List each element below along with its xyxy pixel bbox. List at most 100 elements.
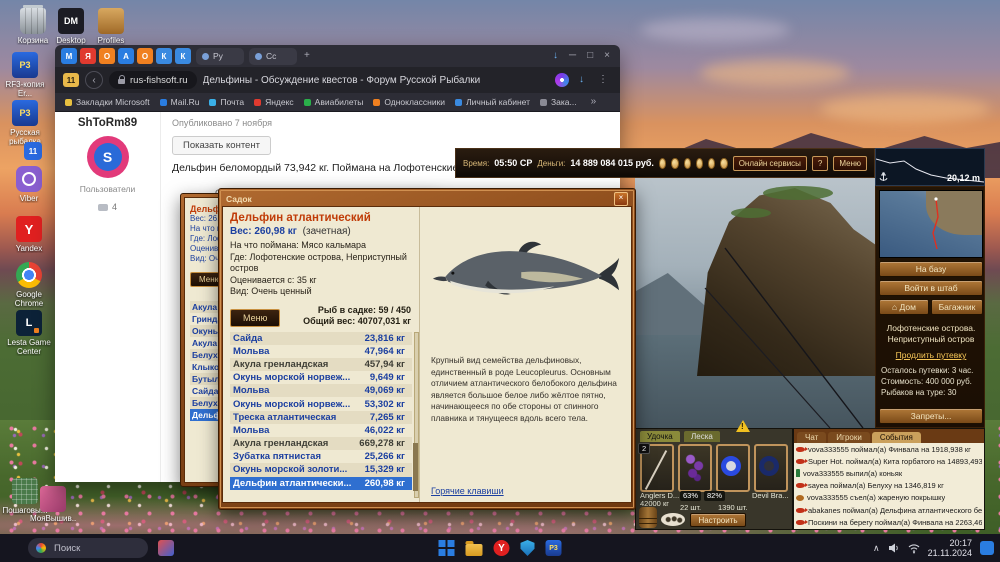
back-button[interactable]: ‹ [85,71,103,89]
pinned-tab[interactable]: К [175,48,191,64]
desktop-icon-stitch[interactable]: МояВышив... [30,486,76,523]
coin-icon[interactable] [720,157,728,169]
tab-counter-badge[interactable]: 11 [63,73,79,87]
bookmark-item[interactable]: Авиабилеты [303,97,363,107]
extend-ticket-link[interactable]: Продлить путевку [876,350,986,360]
desktop-icon-chrome[interactable]: Google Chrome [6,262,52,308]
search-input[interactable] [52,541,136,555]
bookmark-item[interactable]: Одноклассники [373,97,445,107]
hotkeys-link[interactable]: Горячие клавиши [431,486,629,496]
bookmark-item[interactable]: Mail.Ru [159,97,199,107]
pinned-tab[interactable]: М [61,48,77,64]
desktop-icon-profiles[interactable]: Profiles [88,8,134,45]
scrollbar-thumb[interactable] [413,443,418,491]
minimize-button[interactable]: ─ [565,46,580,66]
fish-list-row[interactable]: Мольва 47,964 кг [230,345,412,358]
fish-list-row[interactable]: Окунь морской норвеж... 9,649 кг [230,371,412,384]
wifi-icon[interactable] [908,542,920,554]
tab-rod[interactable]: Удочка [640,431,680,442]
notifications-badge[interactable] [980,541,994,555]
coin-icon[interactable] [695,157,704,169]
browser-tab[interactable]: Сс [249,47,297,65]
game-menu-button[interactable]: Меню [833,155,867,171]
pinned-tab[interactable]: О [137,48,153,64]
desktop-icon-yandex[interactable]: Y Yandex [6,216,52,253]
bookmark-item[interactable]: Яндекс [254,97,294,107]
hidden-icons-caret[interactable]: ∧ [873,543,880,554]
desktop-icon-lesta[interactable]: L Lesta Game Center [6,310,52,356]
fish-list-row[interactable]: Акула гренландская 457,94 кг [230,357,412,372]
home-button[interactable]: ⌂ Дом [879,299,929,315]
taskbar-search[interactable] [28,538,148,558]
volume-icon[interactable] [888,542,900,554]
line-spool-slot-2[interactable] [754,444,788,492]
close-button[interactable]: × [614,192,628,206]
fish-list-row[interactable]: Зубатка пятнистая 25,266 кг [230,450,412,463]
address-bar[interactable]: rus-fishsoft.ru [109,71,197,89]
online-services-button[interactable]: Онлайн сервисы [732,155,807,171]
start-button[interactable] [438,540,455,556]
configure-button[interactable]: Настроить [690,513,746,527]
trunk-button[interactable]: Багажник [931,299,983,315]
download-icon[interactable]: ↓ [575,70,588,90]
avatar[interactable]: S [86,136,129,178]
show-content-button[interactable]: Показать контент [172,136,271,155]
defender-shield-icon[interactable] [520,540,535,556]
fish-list-row[interactable]: Сайда 23,816 кг [230,331,412,345]
bookmarks-overflow-chevron[interactable]: » [587,92,601,112]
dialog-title-bar[interactable]: Садок × [222,192,632,206]
new-tab-button[interactable]: + [300,46,314,66]
maximize-button[interactable]: □ [583,46,597,66]
post-author-username[interactable]: ShToRm89 [55,117,160,129]
bans-button[interactable]: Запреты... [879,408,983,424]
alice-icon[interactable] [555,73,569,87]
tab-line[interactable]: Леска [684,431,720,442]
clock[interactable]: 20:17 21.11.2024 [928,538,972,558]
bait-slot[interactable] [678,444,712,492]
desktop-icon-russian-fishing[interactable]: Р3 Русская рыбалка [2,100,48,146]
location-map-thumbnail[interactable] [879,190,983,258]
fish-list-row[interactable]: Окунь морской норвеж... 53,302 кг [230,397,412,410]
line-spool-slot[interactable] [716,444,750,492]
desktop-icon-rf3-copy[interactable]: Р3 RF3-копия Er... [2,52,48,98]
pinned-tab[interactable]: К [156,48,172,64]
fish-list-row[interactable]: Треска атлантическая 7,265 кг [230,410,412,424]
rf3-game-icon[interactable]: Р3 [545,540,562,556]
coin-icon[interactable] [708,157,716,169]
pinned-tab[interactable]: А [118,48,134,64]
download-icon[interactable]: ↓ [549,46,562,66]
close-button[interactable]: × [600,46,614,66]
bookmark-item[interactable]: Почта [209,97,244,107]
barrel-icon[interactable] [639,507,657,528]
desktop-icon-viber[interactable]: Viber [6,166,52,203]
menu-button[interactable]: Меню [230,308,281,327]
yandex-browser-icon[interactable]: Y [493,540,510,556]
tab-players[interactable]: Игроки [828,432,870,443]
to-base-button[interactable]: На базу [879,261,983,277]
fish-list-row[interactable]: Дельфин атлантически... 260,98 кг [230,476,412,490]
enter-hq-button[interactable]: Войти в штаб [879,280,983,296]
bookmark-item[interactable]: Зака... [540,97,577,107]
fish-list-row[interactable]: Акула гренландская 669,278 кг [230,437,412,451]
browser-tab[interactable]: Ру [196,47,244,65]
menu-dots-icon[interactable]: ⋮ [594,70,612,90]
warning-icon[interactable]: ! [736,420,750,432]
food-rolls-icon[interactable] [661,513,685,526]
list-scrollbar[interactable] [413,331,419,498]
help-button[interactable]: ? [811,155,829,171]
pinned-tab[interactable]: О [99,48,115,64]
tab-chat[interactable]: Чат [797,432,827,443]
bookmark-item[interactable]: Закладки Microsoft [65,97,150,107]
coin-icon[interactable] [658,157,667,169]
fish-list-row[interactable]: Окунь морской золоти... 15,329 кг [230,463,412,477]
coin-icon[interactable] [671,157,679,169]
tab-events[interactable]: События [871,432,921,443]
fish-list-row[interactable]: Мольва 49,069 кг [230,384,412,398]
fish-list-row[interactable]: Мольва 46,022 кг [230,424,412,437]
coin-icon[interactable] [683,157,691,169]
pinned-tab[interactable]: Я [80,48,96,64]
file-explorer-icon[interactable] [465,540,483,556]
pinned-app-icon[interactable] [158,540,174,556]
bookmark-item[interactable]: Личный кабинет [455,97,530,107]
desktop-icon-11[interactable]: 11 [10,142,56,160]
